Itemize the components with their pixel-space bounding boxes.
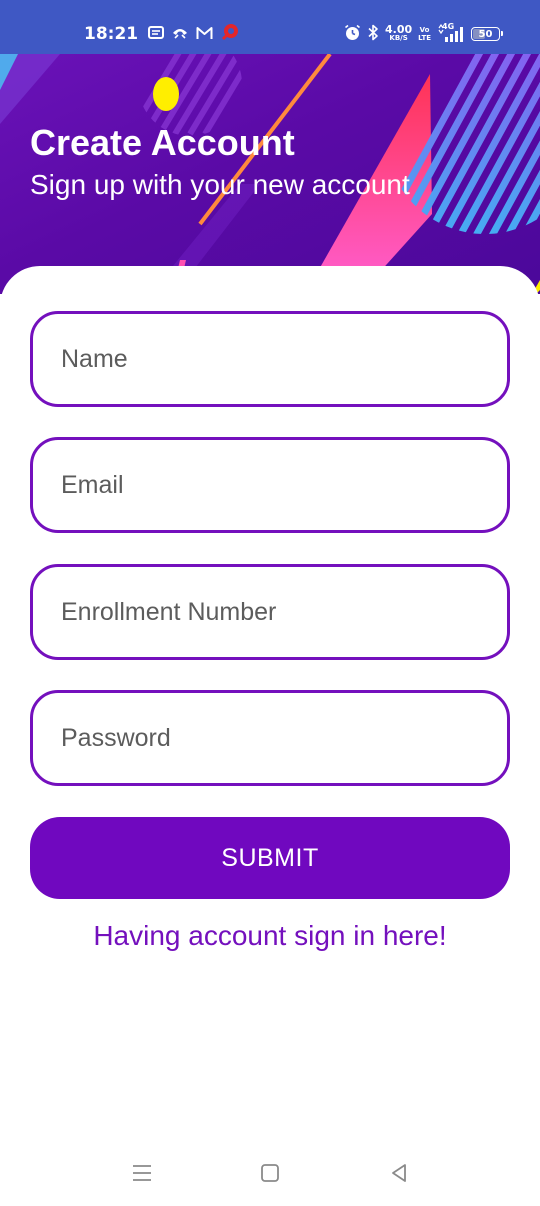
message-icon: [148, 25, 164, 44]
submit-button[interactable]: SUBMIT: [30, 817, 510, 899]
name-input[interactable]: [61, 314, 481, 404]
signal-icon: 4G: [437, 22, 465, 44]
email-field[interactable]: [30, 437, 510, 533]
password-field[interactable]: [30, 690, 510, 786]
menu-icon[interactable]: [127, 1158, 157, 1188]
header-banner: Create Account Sign up with your new acc…: [0, 54, 540, 294]
app-icon: [220, 23, 240, 45]
volte-bottom: LTE: [418, 34, 431, 42]
email-input[interactable]: [61, 440, 481, 530]
volte-top: Vo: [419, 26, 430, 34]
page-title: Create Account: [30, 122, 295, 163]
signup-card: SUBMIT Having account sign in here!: [0, 266, 540, 1140]
name-field[interactable]: [30, 311, 510, 407]
enrollment-number-input[interactable]: [61, 567, 481, 657]
alarm-icon: [344, 24, 361, 45]
call-icon: [171, 24, 189, 44]
notification-icons: [148, 24, 240, 44]
net-speed-unit: KB/S: [389, 34, 408, 42]
battery-icon: 50: [471, 27, 503, 41]
status-time: 18:21: [84, 24, 139, 44]
network-speed: 4.00 KB/S: [385, 23, 413, 43]
battery-level: 50: [478, 28, 493, 40]
home-icon[interactable]: [255, 1158, 285, 1188]
page-subtitle: Sign up with your new account: [30, 169, 410, 200]
gmail-icon: [196, 25, 213, 44]
password-input[interactable]: [61, 693, 481, 783]
system-icons: 4.00 KB/S Vo LTE 4G 50: [344, 22, 503, 46]
sign-in-link[interactable]: Having account sign in here!: [0, 916, 540, 956]
back-icon[interactable]: [384, 1158, 414, 1188]
navigation-bar: [0, 1140, 540, 1206]
net-speed-value: 4.00: [385, 23, 413, 36]
volte-indicator: Vo LTE: [418, 26, 431, 42]
status-bar: 18:21 4.00 KB/S Vo LTE 4G 50: [0, 0, 540, 54]
bluetooth-icon: [367, 24, 379, 45]
enrollment-number-field[interactable]: [30, 564, 510, 660]
